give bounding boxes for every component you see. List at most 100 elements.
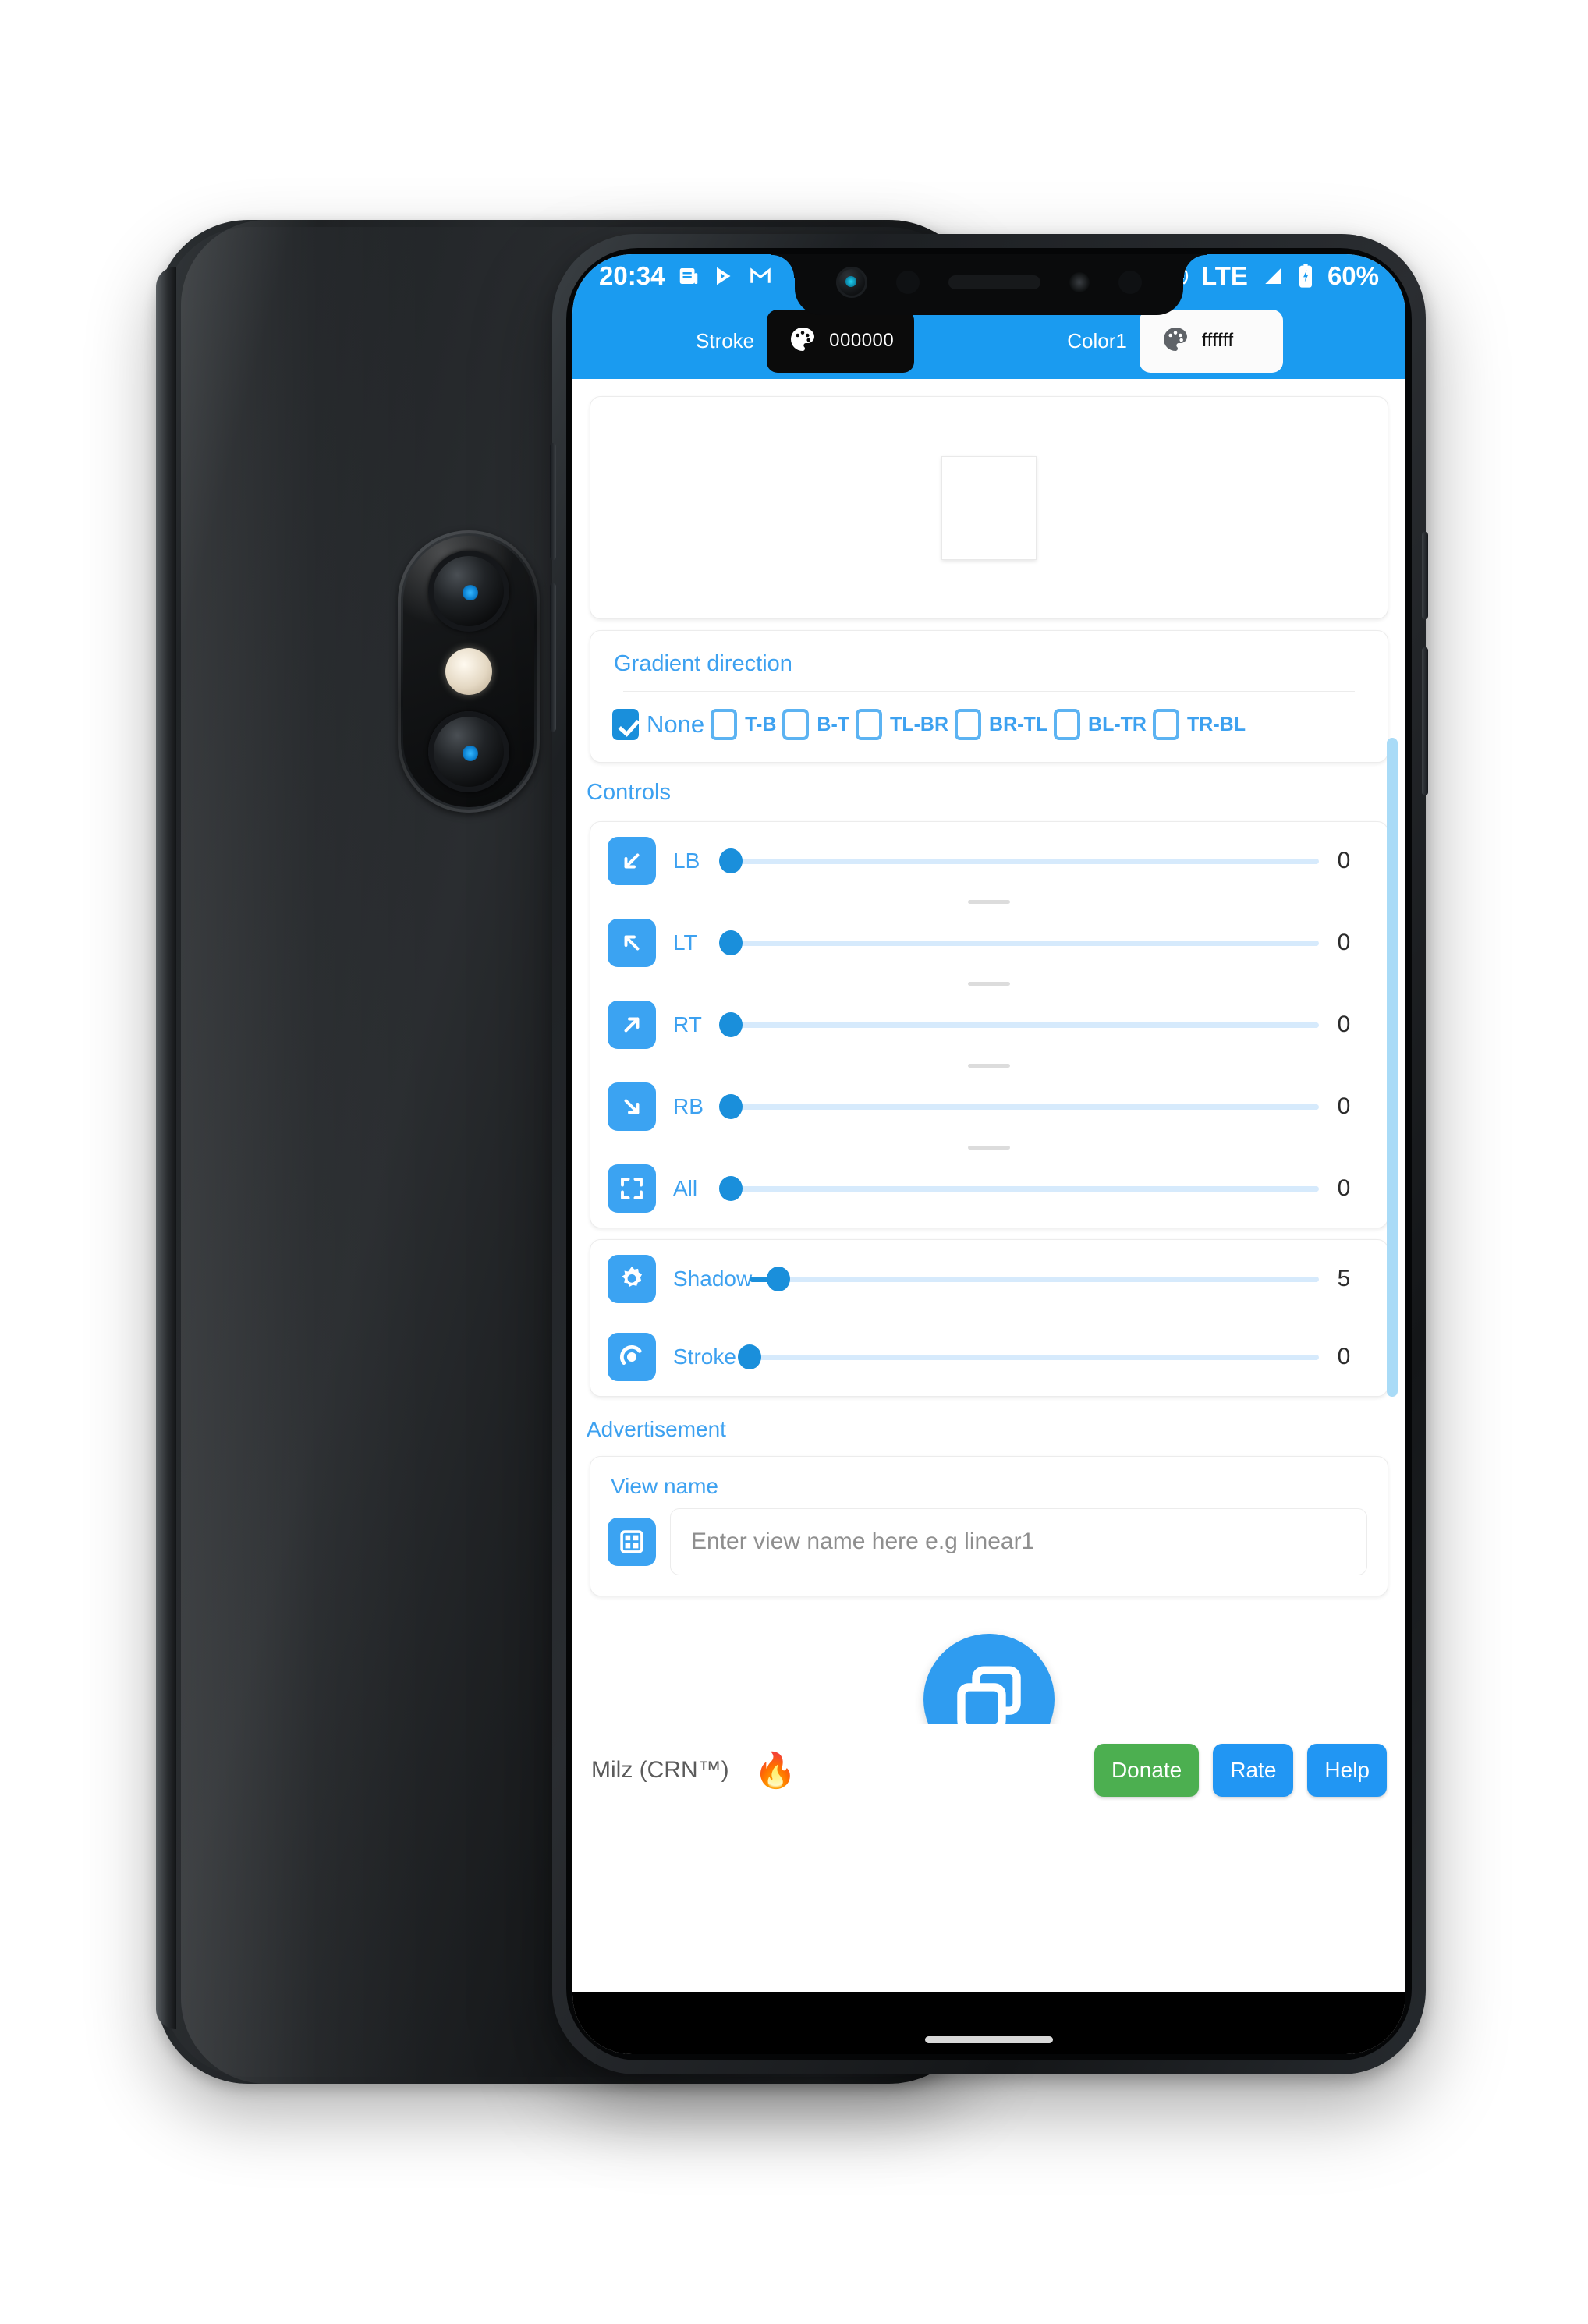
slider-value: 0: [1337, 1093, 1351, 1119]
stroke-color-picker[interactable]: 000000: [767, 309, 915, 373]
news-icon: [677, 264, 700, 288]
slider-lt[interactable]: [719, 927, 1319, 958]
view-name-row: Enter view name here e.g linear1: [590, 1499, 1388, 1596]
checkbox-icon[interactable]: [1054, 709, 1081, 740]
slider-all[interactable]: [719, 1173, 1319, 1204]
checkbox-icon[interactable]: [1153, 709, 1179, 740]
slider-knob[interactable]: [738, 1344, 761, 1369]
vertical-scrollbar[interactable]: [1387, 738, 1398, 1397]
gradient-option-brtl[interactable]: BR-TL: [955, 709, 1047, 740]
flame-icon: 🔥: [753, 1751, 797, 1790]
display-notch: [795, 254, 1207, 315]
slider-row-rb: RB 0: [590, 1068, 1388, 1146]
slider-row-shadow: Shadow 5: [590, 1240, 1388, 1318]
camera-flash-icon: [445, 648, 492, 695]
power-button[interactable]: [1422, 532, 1428, 619]
ir-sensor-icon: [1118, 271, 1143, 294]
gradient-direction-title: Gradient direction: [614, 651, 792, 676]
arrow-down-right-icon[interactable]: [608, 1082, 656, 1131]
gradient-option-label: T-B: [745, 713, 777, 735]
slider-track: [750, 1276, 1319, 1282]
view-name-label: View name: [611, 1474, 719, 1498]
signal-icon: [1260, 264, 1284, 288]
rate-button[interactable]: Rate: [1213, 1743, 1294, 1797]
checkbox-icon[interactable]: [711, 709, 738, 740]
gradient-option-none[interactable]: None: [612, 709, 704, 740]
slider-value: 0: [1337, 1011, 1351, 1037]
slider-track: [731, 1104, 1319, 1110]
color1-picker[interactable]: ffffff: [1139, 309, 1283, 373]
controls-title: Controls: [587, 780, 671, 805]
slider-knob[interactable]: [719, 1012, 743, 1037]
battery-percent-label: 60%: [1327, 261, 1379, 290]
slider-row-lt: LT 0: [590, 904, 1388, 982]
front-camera-icon: [835, 267, 867, 298]
slider-track: [731, 1185, 1319, 1192]
home-gesture-bar[interactable]: [925, 2036, 1053, 2043]
checkbox-icon[interactable]: [856, 709, 883, 740]
view-name-input[interactable]: Enter view name here e.g linear1: [670, 1508, 1367, 1575]
slider-track: [731, 858, 1319, 864]
color1-group: Color1 ffffff: [1067, 309, 1283, 373]
slider-knob[interactable]: [719, 930, 743, 955]
shape-preview-box: [941, 455, 1037, 560]
slider-shadow[interactable]: [750, 1263, 1319, 1295]
slider-track: [731, 940, 1319, 946]
slider-rt[interactable]: [719, 1009, 1319, 1040]
slider-value: 0: [1337, 848, 1351, 873]
slider-track: [731, 1022, 1319, 1028]
slider-stroke[interactable]: [738, 1341, 1319, 1373]
gradient-option-bt[interactable]: B-T: [782, 709, 849, 740]
status-bar-clock: 20:34: [599, 261, 665, 290]
gradient-direction-card: Gradient direction None T-B B-T TL-BR BR…: [590, 630, 1388, 763]
side-button[interactable]: [1422, 647, 1428, 795]
main-scroll-area[interactable]: Gradient direction None T-B B-T TL-BR BR…: [572, 379, 1405, 1816]
grid-view-icon[interactable]: [608, 1518, 656, 1566]
arrow-up-right-icon[interactable]: [608, 1001, 656, 1049]
help-button[interactable]: Help: [1307, 1743, 1387, 1797]
stroke-ring-icon[interactable]: [608, 1333, 656, 1381]
slider-row-rt: RT 0: [590, 986, 1388, 1064]
slider-label: Stroke: [673, 1344, 736, 1369]
bottom-action-bar: Milz (CRN™) 🔥 Donate Rate Help: [572, 1724, 1405, 1816]
checkbox-checked-icon[interactable]: [612, 709, 639, 740]
slider-knob[interactable]: [719, 848, 743, 873]
volume-down-button[interactable]: [550, 583, 556, 732]
arrow-down-left-icon[interactable]: [608, 837, 656, 885]
gradient-option-tb[interactable]: T-B: [711, 709, 776, 740]
gradient-option-tlbr[interactable]: TL-BR: [856, 709, 948, 740]
view-name-card: View name Enter view name here e.g linea…: [590, 1456, 1388, 1596]
donate-button[interactable]: Donate: [1094, 1743, 1200, 1797]
network-type-label: LTE: [1201, 261, 1248, 290]
gradient-option-label: TR-BL: [1187, 713, 1246, 735]
gradient-option-label: BL-TR: [1088, 713, 1147, 735]
shadow-sun-icon[interactable]: [608, 1255, 656, 1303]
slider-lb[interactable]: [719, 845, 1319, 877]
checkbox-icon[interactable]: [955, 709, 982, 740]
palette-icon: [1160, 324, 1191, 359]
arrow-up-left-icon[interactable]: [608, 919, 656, 967]
play-store-icon: [713, 264, 736, 288]
rear-camera-lens-bottom: [428, 711, 509, 792]
slider-value: 0: [1337, 930, 1351, 955]
slider-knob[interactable]: [719, 1094, 743, 1119]
gradient-option-label: None: [647, 710, 705, 738]
gradient-option-label: TL-BR: [890, 713, 949, 735]
slider-rb[interactable]: [719, 1091, 1319, 1122]
color1-value: ffffff: [1201, 330, 1234, 351]
expand-all-icon[interactable]: [608, 1164, 656, 1213]
gradient-option-trbl[interactable]: TR-BL: [1153, 709, 1246, 740]
slider-knob[interactable]: [766, 1267, 790, 1291]
phone-front-device: 20:34 LTE 60% Stroke 000000 Color1 fffff…: [550, 234, 1428, 2074]
slider-track: [750, 1354, 1319, 1360]
effects-card: Shadow 5 Stroke 0: [590, 1239, 1388, 1397]
slider-knob[interactable]: [719, 1176, 743, 1201]
navigation-bar: [572, 1992, 1405, 2054]
phone-rear-left-edge: [156, 267, 176, 2029]
palette-icon: [787, 324, 818, 359]
volume-up-button[interactable]: [550, 443, 556, 560]
gradient-option-bltr[interactable]: BL-TR: [1054, 709, 1147, 740]
checkbox-icon[interactable]: [782, 709, 810, 740]
ambient-light-sensor-icon: [1069, 272, 1090, 292]
stroke-color-label: Stroke: [696, 328, 755, 352]
